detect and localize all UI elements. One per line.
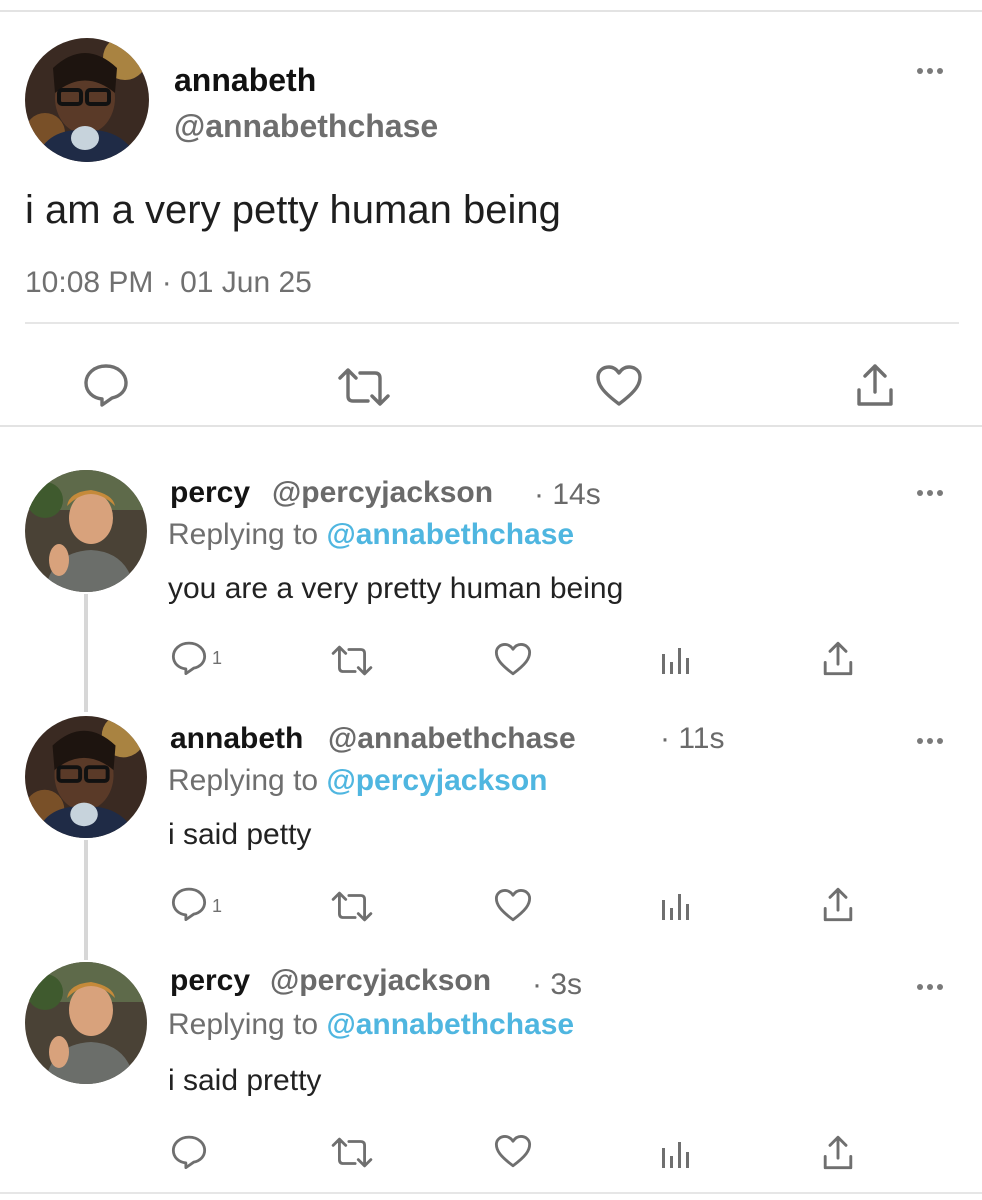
mention-link[interactable]: @annabethchase bbox=[326, 1008, 574, 1041]
more-horizontal-icon[interactable] bbox=[917, 488, 947, 498]
like-icon[interactable] bbox=[595, 364, 643, 408]
main-tweet: annabeth @annabethchase i am a very pett… bbox=[0, 12, 982, 437]
like-icon[interactable] bbox=[494, 888, 532, 923]
author-handle[interactable]: @percyjackson bbox=[270, 964, 491, 998]
reply-tweet[interactable]: percy @percyjackson · 14s Replying to @a… bbox=[0, 466, 982, 706]
avatar[interactable] bbox=[25, 716, 147, 838]
share-icon[interactable] bbox=[822, 1134, 854, 1171]
analytics-icon[interactable] bbox=[660, 644, 692, 676]
author-name[interactable]: annabeth bbox=[170, 722, 303, 756]
replying-prefix: Replying to bbox=[168, 1008, 319, 1041]
reply-icon[interactable] bbox=[82, 362, 130, 408]
like-icon[interactable] bbox=[494, 1134, 532, 1169]
author-name[interactable]: annabeth bbox=[174, 62, 316, 99]
retweet-icon[interactable] bbox=[330, 1136, 374, 1169]
tweet-timestamp[interactable]: 10:08 PM · 01 Jun 25 bbox=[25, 266, 312, 300]
author-name[interactable]: percy bbox=[170, 964, 250, 998]
avatar[interactable] bbox=[25, 962, 147, 1084]
reply-time[interactable]: · 14s bbox=[534, 478, 601, 512]
reply-tweet[interactable]: annabeth @annabethchase · 11s Replying t… bbox=[0, 712, 982, 952]
replying-prefix: Replying to bbox=[168, 764, 319, 797]
divider bbox=[0, 425, 982, 427]
more-horizontal-icon[interactable] bbox=[917, 736, 947, 746]
author-handle[interactable]: @annabethchase bbox=[328, 722, 576, 756]
reply-tweet[interactable]: percy @percyjackson · 3s Replying to @an… bbox=[0, 958, 982, 1188]
mention-link[interactable]: @annabethchase bbox=[326, 518, 574, 551]
reply-icon[interactable] bbox=[170, 886, 208, 922]
share-icon[interactable] bbox=[822, 886, 854, 923]
reply-icon[interactable] bbox=[170, 1134, 208, 1170]
reply-text: you are a very pretty human being bbox=[168, 572, 624, 605]
author-handle[interactable]: @percyjackson bbox=[272, 476, 493, 510]
share-icon[interactable] bbox=[855, 362, 895, 408]
reply-text: i said petty bbox=[168, 818, 312, 851]
reply-count: 1 bbox=[212, 896, 223, 916]
reply-icon[interactable] bbox=[170, 640, 208, 676]
reply-time[interactable]: · 11s bbox=[660, 722, 724, 756]
divider bbox=[0, 1192, 982, 1194]
retweet-icon[interactable] bbox=[330, 644, 374, 677]
divider bbox=[25, 322, 959, 324]
author-name[interactable]: percy bbox=[170, 476, 250, 510]
avatar[interactable] bbox=[25, 470, 147, 592]
like-icon[interactable] bbox=[494, 642, 532, 677]
share-icon[interactable] bbox=[822, 640, 854, 677]
reply-text: i said pretty bbox=[168, 1064, 322, 1097]
replying-to: Replying to @percyjackson bbox=[168, 764, 547, 798]
more-horizontal-icon[interactable] bbox=[917, 66, 947, 76]
author-handle[interactable]: @annabethchase bbox=[174, 108, 438, 145]
reply-count: 1 bbox=[212, 648, 223, 668]
analytics-icon[interactable] bbox=[660, 1138, 692, 1170]
replying-prefix: Replying to bbox=[168, 518, 319, 551]
reply-time[interactable]: · 3s bbox=[532, 968, 582, 1002]
replying-to: Replying to @annabethchase bbox=[168, 1008, 574, 1042]
tweet-text: i am a very petty human being bbox=[25, 188, 561, 232]
more-horizontal-icon[interactable] bbox=[917, 982, 947, 992]
retweet-icon[interactable] bbox=[336, 366, 392, 408]
replying-to: Replying to @annabethchase bbox=[168, 518, 574, 552]
avatar[interactable] bbox=[25, 38, 149, 162]
analytics-icon[interactable] bbox=[660, 890, 692, 922]
retweet-icon[interactable] bbox=[330, 890, 374, 923]
mention-link[interactable]: @percyjackson bbox=[326, 764, 547, 797]
